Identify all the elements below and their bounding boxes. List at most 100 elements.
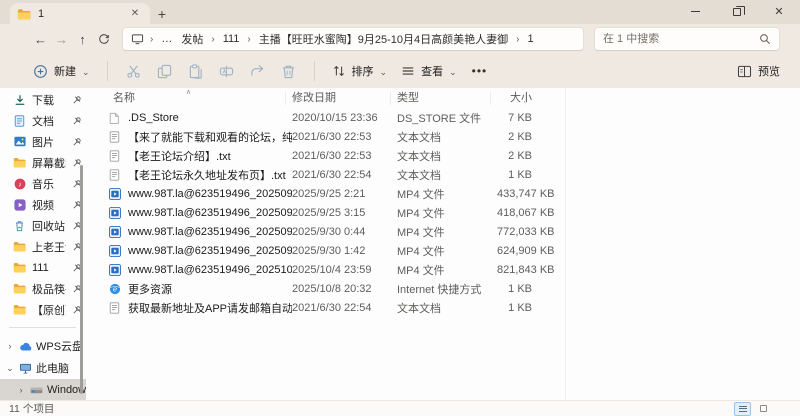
delete-button[interactable]: [275, 59, 302, 83]
file-name: 更多资源: [128, 281, 172, 297]
preview-button[interactable]: 预览: [731, 59, 786, 83]
file-type: Internet 快捷方式: [397, 281, 497, 297]
see-more-button[interactable]: •••: [464, 60, 496, 82]
breadcrumb-item[interactable]: 111: [221, 32, 242, 46]
file-type: MP4 文件: [397, 262, 497, 278]
mp4-file-icon: [108, 263, 121, 276]
column-header-type[interactable]: 类型: [397, 89, 497, 105]
breadcrumb[interactable]: › … 发帖 › 111 › 主播【旺旺水蜜陶】9月25-10月4日高颜美艳人妻…: [122, 27, 584, 51]
file-name: 获取最新地址及APP请发邮箱自动获取.txt: [128, 300, 292, 316]
large-icons-view-button[interactable]: [755, 402, 772, 416]
sidebar-item-label: 视频: [32, 197, 66, 213]
file-size: 1 KB: [497, 169, 532, 181]
folder-icon: [13, 282, 26, 295]
tab-strip: 1 ✕ + ✕: [0, 0, 800, 24]
refresh-button[interactable]: [93, 28, 114, 50]
chevron-right-icon[interactable]: ›: [16, 385, 26, 395]
sidebar-item-downloads[interactable]: 下载: [0, 89, 86, 110]
view-label: 查看: [421, 63, 443, 79]
breadcrumb-item[interactable]: 主播【旺旺水蜜陶】9月25-10月4日高颜美艳人妻御: [257, 30, 510, 48]
breadcrumb-item[interactable]: 发帖: [179, 30, 205, 48]
command-bar: 新建 ⌄ 排序 ⌄: [0, 54, 800, 88]
sidebar-item-pictures[interactable]: 图片: [0, 131, 86, 152]
paste-button[interactable]: [182, 59, 209, 83]
maximize-button[interactable]: [716, 0, 758, 23]
tab-close-icon[interactable]: ✕: [127, 6, 143, 22]
copy-button[interactable]: [151, 59, 178, 83]
back-button[interactable]: ←: [30, 28, 51, 50]
sidebar-item-recycle-bin[interactable]: 回收站: [0, 215, 86, 236]
mp4-file-icon: [108, 225, 121, 238]
sidebar-item-videos[interactable]: 视频: [0, 194, 86, 215]
sidebar-item-wps-cloud[interactable]: › WPS云盘: [0, 335, 86, 357]
explorer-tab[interactable]: 1 ✕: [10, 3, 150, 24]
file-date: 2021/6/30 22:53: [292, 131, 397, 143]
table-row[interactable]: 获取最新地址及APP请发邮箱自动获取.txt 2021/6/30 22:54 文…: [86, 298, 800, 317]
table-row[interactable]: e更多资源 2025/10/8 20:32 Internet 快捷方式 1 KB: [86, 279, 800, 298]
table-row[interactable]: 【老王论坛介绍】.txt 2021/6/30 22:53 文本文档 2 KB: [86, 146, 800, 165]
sidebar-item-label: 文档: [32, 113, 66, 129]
column-header-size[interactable]: 大小: [497, 89, 532, 105]
table-row[interactable]: 【来了就能下载和观看的论坛，纯免费！】.txt 2021/6/30 22:53 …: [86, 127, 800, 146]
large-icons-view-icon: [760, 405, 767, 412]
address-row: ← → ↑ › … 发帖 › 111 › 主播【旺旺水蜜陶】9月25-10月4日…: [0, 24, 800, 54]
column-header-date[interactable]: 修改日期: [292, 89, 397, 105]
sidebar-item-label: 屏幕截图: [32, 155, 66, 171]
file-type: 文本文档: [397, 129, 497, 145]
sidebar-item-label: WPS云盘: [36, 338, 86, 354]
rename-button[interactable]: [213, 59, 240, 83]
sidebar-item-folder[interactable]: 111: [0, 257, 86, 278]
sidebar-item-folder[interactable]: 上老王论坛当: [0, 236, 86, 257]
pin-icon: [72, 116, 82, 126]
sidebar-scrollbar[interactable]: [80, 165, 83, 394]
chevron-right-icon[interactable]: ›: [5, 341, 15, 351]
sort-button[interactable]: 排序 ⌄: [325, 59, 395, 83]
mp4-file-icon: [108, 244, 121, 257]
chevron-down-icon[interactable]: ⌄: [5, 363, 15, 374]
table-row[interactable]: www.98T.la@623519496_20251004_22391... 2…: [86, 260, 800, 279]
sidebar-item-windows-ssd[interactable]: › Windows-SSD: [0, 379, 86, 401]
breadcrumb-overflow[interactable]: …: [159, 32, 174, 46]
sidebar-item-folder[interactable]: 极品筷子腿，: [0, 278, 86, 299]
view-button[interactable]: 查看 ⌄: [394, 59, 464, 83]
table-row[interactable]: www.98T.la@623519496_20250925_01374... 2…: [86, 184, 800, 203]
table-row[interactable]: www.98T.la@623519496_20250929_23245... 2…: [86, 222, 800, 241]
forward-button[interactable]: →: [51, 28, 72, 50]
new-tab-button[interactable]: +: [150, 3, 174, 24]
view-toggles: [734, 402, 772, 416]
table-row[interactable]: www.98T.la@623519496_20250925_02344... 2…: [86, 203, 800, 222]
file-size: 1 KB: [497, 283, 532, 295]
sidebar-item-folder[interactable]: 【原创】内射: [0, 299, 86, 320]
table-row[interactable]: www.98T.la@623519496_20250930_00442... 2…: [86, 241, 800, 260]
file-date: 2025/9/25 2:21: [292, 188, 397, 200]
details-view-button[interactable]: [734, 402, 751, 416]
file-type: MP4 文件: [397, 243, 497, 259]
sidebar-item-documents[interactable]: 文档: [0, 110, 86, 131]
file-name: www.98T.la@623519496_20250930_00442...: [128, 245, 292, 257]
mp4-file-icon: [108, 206, 121, 219]
new-button[interactable]: 新建 ⌄: [26, 59, 97, 83]
share-button[interactable]: [244, 59, 271, 83]
sidebar-item-this-pc[interactable]: ⌄ 此电脑: [0, 357, 86, 379]
table-row[interactable]: 【老王论坛永久地址发布页】.txt 2021/6/30 22:54 文本文档 1…: [86, 165, 800, 184]
folder-icon: [17, 8, 31, 20]
table-row[interactable]: .DS_Store 2020/10/15 23:36 DS_STORE 文件 7…: [86, 108, 800, 127]
sidebar-item-screenshots[interactable]: 屏幕截图: [0, 152, 86, 173]
sidebar-item-label: 图片: [32, 134, 66, 150]
search-input[interactable]: [603, 33, 759, 45]
file-name: 【老王论坛介绍】.txt: [128, 148, 231, 164]
cut-button[interactable]: [120, 59, 147, 83]
pin-icon: [72, 137, 82, 147]
mp4-file-icon: [108, 187, 121, 200]
up-button[interactable]: ↑: [72, 28, 93, 50]
file-icon: [108, 111, 121, 124]
close-button[interactable]: ✕: [758, 0, 800, 23]
music-icon: ♪: [13, 177, 26, 190]
documents-icon: [13, 114, 26, 127]
file-size: 418,067 KB: [497, 207, 532, 219]
minimize-button[interactable]: [674, 0, 716, 23]
file-size: 1 KB: [497, 302, 532, 314]
column-header-name[interactable]: 名称: [86, 89, 292, 105]
sidebar-item-music[interactable]: ♪ 音乐: [0, 173, 86, 194]
breadcrumb-item[interactable]: 1: [525, 32, 535, 46]
